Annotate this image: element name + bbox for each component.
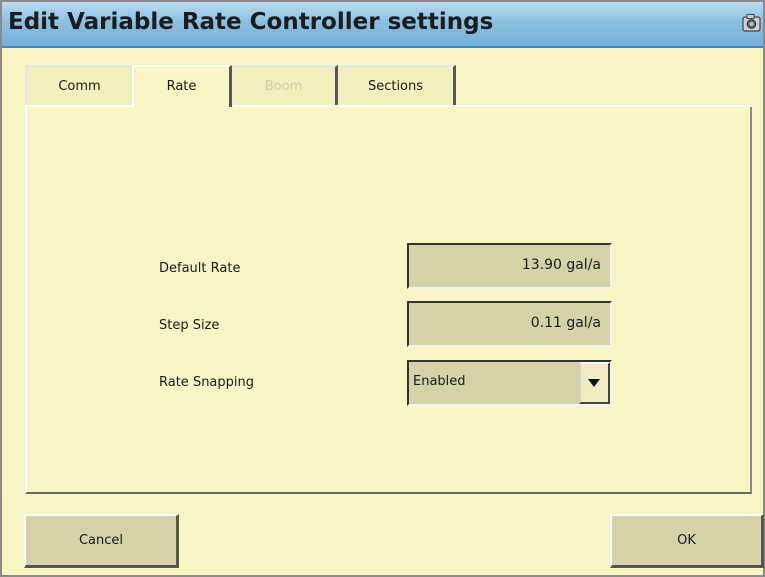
title-bar: Edit Variable Rate Controller settings — [2, 2, 763, 48]
cancel-button[interactable]: Cancel — [24, 514, 179, 568]
camera-icon[interactable] — [742, 13, 761, 33]
rate-snapping-select[interactable]: Enabled — [407, 360, 612, 406]
settings-dialog: Edit Variable Rate Controller settings C… — [0, 0, 765, 577]
tab-comm[interactable]: Comm — [25, 65, 132, 105]
dropdown-button[interactable] — [579, 362, 610, 404]
default-rate-label: Default Rate — [159, 261, 241, 276]
step-size-label: Step Size — [159, 318, 220, 333]
panel-border — [233, 105, 752, 107]
tab-rate[interactable]: Rate — [132, 65, 232, 107]
default-rate-value: 13.90 gal/a — [521, 257, 601, 273]
rate-snapping-value: Enabled — [413, 374, 466, 389]
rate-tab-panel — [25, 105, 752, 494]
window-title: Edit Variable Rate Controller settings — [8, 9, 494, 35]
chevron-down-icon — [588, 379, 600, 387]
panel-border — [25, 105, 132, 107]
tab-boom: Boom — [232, 65, 338, 105]
rate-snapping-label: Rate Snapping — [159, 375, 255, 390]
ok-button[interactable]: OK — [610, 514, 764, 568]
step-size-value: 0.11 gal/a — [530, 315, 601, 331]
tab-sections[interactable]: Sections — [338, 65, 456, 105]
step-size-field[interactable]: 0.11 gal/a — [407, 301, 612, 347]
default-rate-field[interactable]: 13.90 gal/a — [407, 243, 612, 289]
